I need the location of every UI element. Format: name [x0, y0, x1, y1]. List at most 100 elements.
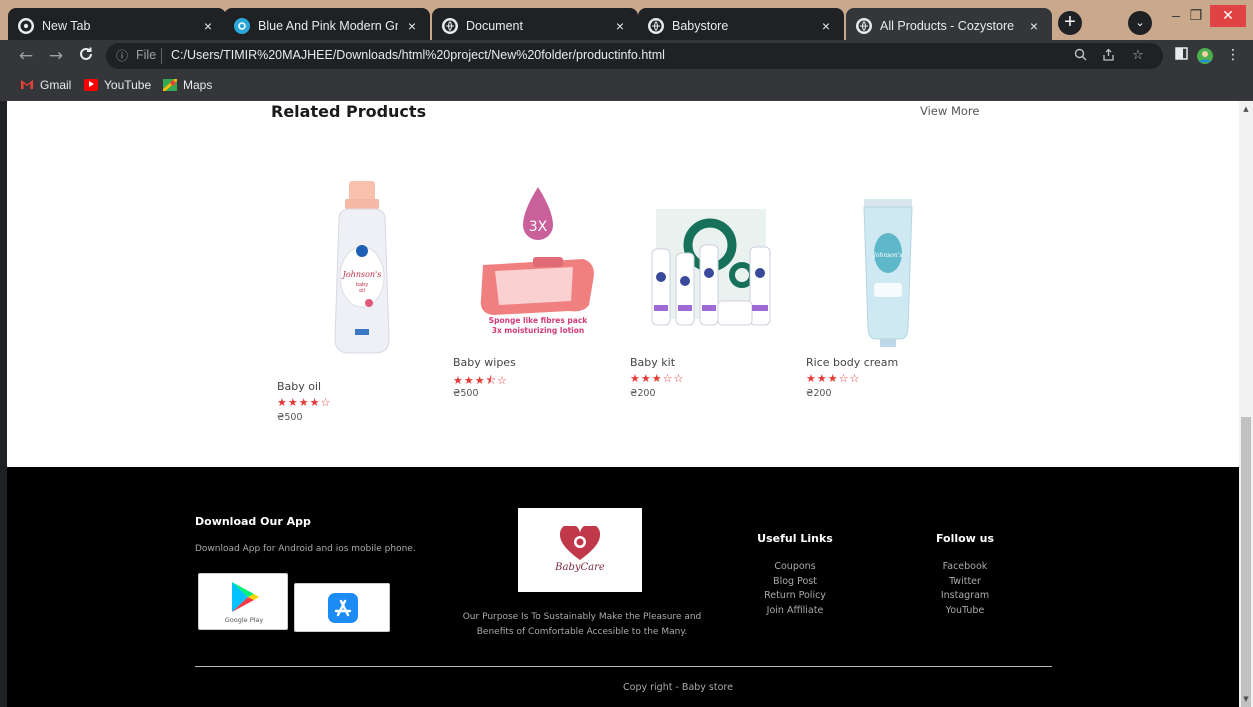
window-close-button[interactable]: ✕ — [1210, 5, 1246, 27]
product-name[interactable]: Baby oil — [277, 380, 321, 393]
bookmark-label: Gmail — [40, 78, 72, 92]
close-icon[interactable]: × — [200, 18, 216, 34]
bookmark-gmail[interactable]: Gmail — [20, 78, 71, 92]
google-play-icon — [232, 582, 259, 612]
product-name[interactable]: Baby kit — [630, 356, 675, 369]
tab-document[interactable]: Document × — [432, 8, 638, 44]
rating-stars: ★★★☆☆ — [630, 372, 685, 385]
tab-title: Babystore — [672, 19, 729, 33]
product-price: ₴200 — [806, 388, 832, 399]
scroll-down-arrow-icon[interactable]: ▼ — [1239, 695, 1253, 703]
footer-link-join-affiliate[interactable]: Join Affiliate — [745, 604, 845, 619]
wipes-caption-2: 3x moisturizing lotion — [492, 326, 585, 335]
profile-avatar-icon[interactable] — [1196, 47, 1214, 69]
browser-toolbar: ← → ⓘ File C:/Users/TIMIR%20MAJHEE/Downl… — [0, 40, 1253, 72]
chrome-icon — [18, 18, 34, 34]
rating-stars: ★★★☆☆ — [806, 372, 861, 385]
restore-button[interactable]: ❐ — [1184, 5, 1208, 27]
view-more-link[interactable]: View More — [920, 104, 979, 118]
rating-stars: ★★★★☆ — [277, 396, 332, 409]
follow-us-list: Facebook Twitter Instagram YouTube — [917, 560, 1013, 618]
bookmark-youtube[interactable]: YouTube — [84, 78, 151, 92]
purpose-line-2: Benefits of Comfortable Accesible to the… — [476, 627, 688, 637]
globe-icon — [856, 18, 872, 34]
scroll-up-arrow-icon[interactable]: ▲ — [1239, 105, 1253, 113]
tab-search-button[interactable]: ⌄ — [1128, 11, 1152, 35]
footer-divider — [195, 666, 1052, 667]
info-icon[interactable]: ⓘ — [116, 47, 128, 64]
follow-us-title: Follow us — [935, 532, 995, 545]
zoom-icon[interactable] — [1072, 48, 1088, 65]
scrollbar-thumb[interactable] — [1241, 417, 1251, 707]
copyright-text: Copy right - Baby store — [623, 682, 733, 693]
tab-title: Blue And Pink Modern Graphic — [258, 19, 398, 33]
reload-button[interactable] — [76, 46, 96, 66]
bookmark-maps[interactable]: Maps — [162, 77, 213, 93]
product-image-rice-cream[interactable]: Johnson's — [860, 199, 916, 349]
tab-babystore[interactable]: Babystore × — [638, 8, 844, 44]
product-card[interactable]: Baby kit ★★★☆☆ ₴200 — [630, 179, 800, 409]
new-tab-button[interactable]: + — [1058, 11, 1082, 35]
canva-icon — [234, 18, 250, 34]
app-store-button[interactable] — [294, 583, 390, 632]
useful-links-title: Useful Links — [757, 532, 833, 545]
footer-link-youtube[interactable]: YouTube — [917, 604, 1013, 619]
footer-link-instagram[interactable]: Instagram — [917, 589, 1013, 604]
close-icon[interactable]: × — [612, 18, 628, 34]
forward-button[interactable]: → — [46, 46, 66, 66]
section-title: Related Products — [271, 102, 427, 121]
tab-canva[interactable]: Blue And Pink Modern Graphic × — [224, 8, 430, 44]
globe-icon — [648, 18, 664, 34]
gmail-icon — [20, 79, 34, 91]
back-button[interactable]: ← — [16, 46, 36, 66]
tab-all-products[interactable]: All Products - Cozystore × — [846, 8, 1052, 44]
logo-text: BabyCare — [555, 562, 605, 573]
window-edge — [0, 101, 7, 707]
product-price: ₴500 — [453, 388, 479, 399]
google-play-button[interactable]: Google Play — [198, 573, 288, 630]
bookmark-star-icon[interactable]: ☆ — [1130, 48, 1146, 63]
footer-link-coupons[interactable]: Coupons — [745, 560, 845, 575]
side-panel-icon[interactable] — [1172, 47, 1190, 64]
product-image-baby-oil[interactable]: Johnson's baby oil — [325, 179, 399, 357]
footer-link-return-policy[interactable]: Return Policy — [745, 589, 845, 604]
page-viewport: Related Products View More Johnson's bab… — [7, 101, 1239, 707]
bookmark-label: YouTube — [104, 78, 152, 92]
wipes-caption-1: Sponge like fibres pack — [489, 316, 589, 325]
product-card[interactable]: Johnson's Rice body cream ★★★☆☆ ₴200 — [806, 179, 976, 409]
footer-link-blog-post[interactable]: Blog Post — [745, 575, 845, 590]
bookmark-label: Maps — [183, 78, 213, 92]
page-scrollbar[interactable]: ▲ ▼ — [1239, 101, 1253, 707]
heart-logo-icon — [560, 526, 600, 560]
divider — [161, 48, 162, 64]
youtube-icon — [84, 79, 98, 91]
close-icon[interactable]: × — [404, 18, 420, 34]
product-card[interactable]: 3X Sponge like fibres pack 3x moisturizi… — [453, 179, 613, 409]
purpose-line-1: Our Purpose Is To Sustainably Make the P… — [462, 612, 702, 622]
product-name[interactable]: Rice body cream — [806, 356, 898, 369]
product-image-baby-kit[interactable] — [630, 205, 795, 335]
tab-new-tab[interactable]: New Tab × — [8, 8, 226, 44]
svg-text:Johnson's: Johnson's — [871, 252, 902, 259]
footer-link-facebook[interactable]: Facebook — [917, 560, 1013, 575]
share-icon[interactable] — [1100, 48, 1116, 65]
maps-icon — [162, 77, 178, 93]
product-card[interactable]: Johnson's baby oil Baby oil ★★★★☆ ₴500 — [277, 179, 437, 429]
scheme-label: File — [136, 48, 157, 62]
product-image-baby-wipes[interactable]: 3X Sponge like fibres pack 3x moisturizi… — [473, 185, 603, 345]
product-price: ₴500 — [277, 412, 303, 423]
download-text: Download App for Android and ios mobile … — [195, 544, 416, 554]
close-icon[interactable]: × — [1026, 18, 1042, 34]
menu-kebab-icon[interactable]: ⋮ — [1224, 47, 1242, 63]
tab-strip: New Tab × Blue And Pink Modern Graphic ×… — [0, 0, 1253, 44]
url-text[interactable]: C:/Users/TIMIR%20MAJHEE/Downloads/html%2… — [171, 48, 665, 62]
address-bar[interactable]: ⓘ File C:/Users/TIMIR%20MAJHEE/Downloads… — [106, 43, 1163, 69]
app-store-icon — [328, 593, 358, 623]
svg-text:Johnson's: Johnson's — [341, 270, 382, 279]
product-price: ₴200 — [630, 388, 656, 399]
close-icon[interactable]: × — [818, 18, 834, 34]
bookmarks-bar: Gmail YouTube Maps — [0, 72, 1253, 101]
tab-title: All Products - Cozystore — [880, 19, 1015, 33]
product-name[interactable]: Baby wipes — [453, 356, 516, 369]
footer-link-twitter[interactable]: Twitter — [917, 575, 1013, 590]
